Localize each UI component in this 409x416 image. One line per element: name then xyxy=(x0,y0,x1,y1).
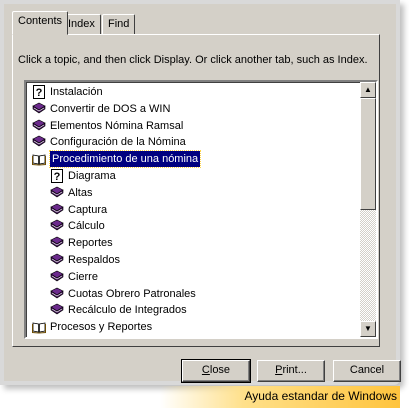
tree-item-label: Captura xyxy=(68,203,108,216)
tree-item[interactable]: Procesos y Reportes xyxy=(32,319,152,335)
tree-item-label: Diagrama xyxy=(68,170,116,182)
help-page-icon: ? xyxy=(50,169,64,183)
tree-item-label: Cálculo xyxy=(68,220,105,233)
svg-text:?: ? xyxy=(54,171,61,183)
tree-item-label: Convertir de DOS a WIN xyxy=(50,102,171,115)
tree-item-label: Cierre xyxy=(68,270,98,283)
tree-item-label: Instalación xyxy=(50,86,103,98)
tree-item[interactable]: Cálculo xyxy=(50,218,105,234)
book-closed-icon xyxy=(50,219,64,233)
tree-item[interactable]: Altas xyxy=(50,185,92,201)
tree-item-label: Recálculo de Integrados xyxy=(68,304,187,317)
tree-item[interactable]: Procedimiento de una nómina xyxy=(32,150,202,169)
book-closed-icon xyxy=(50,287,64,301)
tree-item[interactable]: Configuración de la Nómina xyxy=(32,134,186,150)
tree-item[interactable]: ? Diagrama xyxy=(50,168,116,184)
book-open-icon xyxy=(32,152,46,166)
tree-item[interactable]: Recálculo de Integrados xyxy=(50,302,187,318)
instruction-text: Click a topic, and then click Display. O… xyxy=(18,54,368,66)
book-closed-icon xyxy=(50,186,64,200)
topic-tree[interactable]: ▲ ▼ ? Instalación Convertir de DOS a WIN El… xyxy=(24,80,378,339)
tree-item-label: Respaldos xyxy=(68,254,120,266)
tree-item-label: Configuración de la Nómina xyxy=(50,136,186,149)
vertical-scrollbar[interactable]: ▲ ▼ xyxy=(360,82,376,337)
tree-item[interactable]: Reportes xyxy=(50,235,113,251)
scroll-thumb[interactable] xyxy=(360,98,376,210)
tree-item[interactable]: Elementos Nómina Ramsal xyxy=(32,118,183,134)
help-dialog: Contents Index Find Click a topic, and t… xyxy=(4,4,401,383)
book-closed-icon xyxy=(32,102,46,116)
tree-item-label: Elementos Nómina Ramsal xyxy=(50,119,184,132)
help-page-icon: ? xyxy=(32,85,46,99)
tree-item[interactable]: Respaldos xyxy=(50,252,120,268)
tree-item[interactable]: Cierre xyxy=(50,269,98,285)
scroll-up-button[interactable]: ▲ xyxy=(360,82,376,98)
book-closed-icon xyxy=(50,270,64,284)
tree-item-label: Cuotas Obrero Patronales xyxy=(68,287,196,300)
tab-find[interactable]: Find xyxy=(102,14,136,34)
close-button[interactable]: Close xyxy=(181,359,251,383)
book-closed-icon xyxy=(50,236,64,250)
cancel-button[interactable]: Cancel xyxy=(333,360,401,382)
tree-item-label: Reportes xyxy=(68,237,113,250)
tab-contents[interactable]: Contents xyxy=(12,11,69,35)
tree-item[interactable]: Captura xyxy=(50,202,107,218)
book-closed-icon xyxy=(32,135,46,149)
tree-item[interactable]: Convertir de DOS a WIN xyxy=(32,101,170,117)
svg-text:?: ? xyxy=(36,87,43,99)
caption-text: Ayuda estandar de Windows xyxy=(244,389,397,403)
print-button[interactable]: Print... xyxy=(257,360,325,382)
scroll-down-button[interactable]: ▼ xyxy=(360,321,376,337)
tree-item[interactable]: Cuotas Obrero Patronales xyxy=(50,286,196,302)
tree-item[interactable]: ? Instalación xyxy=(32,84,103,100)
book-open-icon xyxy=(32,320,46,334)
book-closed-icon xyxy=(50,203,64,217)
tree-item-label: Procesos y Reportes xyxy=(50,321,153,334)
book-closed-icon xyxy=(32,119,46,133)
book-closed-icon xyxy=(50,303,64,317)
tree-item-label: Altas xyxy=(68,186,93,199)
tree-item-label: Procedimiento de una nómina xyxy=(48,150,202,169)
book-closed-icon xyxy=(50,253,64,267)
